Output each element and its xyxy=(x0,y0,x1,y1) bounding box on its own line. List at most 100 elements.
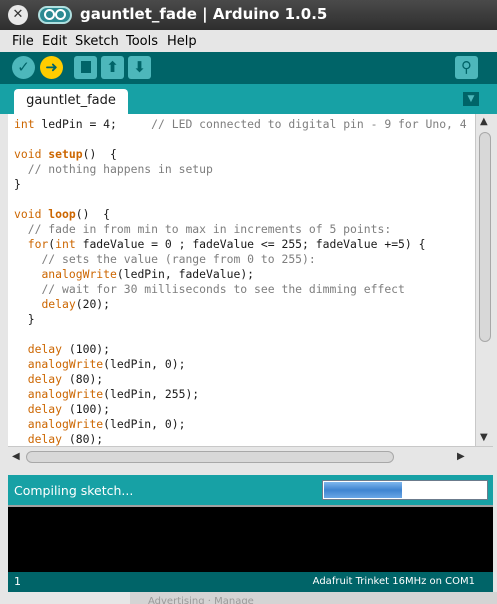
menu-tools[interactable]: Tools xyxy=(126,34,158,49)
code-text-segment xyxy=(14,237,28,251)
scroll-left-icon[interactable]: ◀ xyxy=(12,451,20,462)
code-text-segment: fadeValue = 0 ; fadeValue <= 255; fadeVa… xyxy=(75,237,426,251)
horizontal-scrollbar[interactable]: ◀ ▶ xyxy=(8,446,493,466)
board-info: Adafruit Trinket 16MHz on COM1 xyxy=(312,576,475,587)
code-line[interactable]: void loop() { xyxy=(14,207,475,222)
vertical-scrollbar[interactable]: ▲ ▼ xyxy=(475,114,493,446)
status-bar: Compiling sketch... xyxy=(8,475,493,505)
verify-button[interactable]: ✓ xyxy=(12,56,35,79)
save-button[interactable]: ⬇ xyxy=(128,56,151,79)
code-text-segment xyxy=(14,222,28,236)
code-text-segment: (80); xyxy=(62,432,104,446)
code-line[interactable]: } xyxy=(14,312,475,327)
code-line[interactable]: int ledPin = 4; // LED connected to digi… xyxy=(14,117,475,132)
code-comment: // sets the value (range from 0 to 255): xyxy=(41,252,316,266)
horizontal-scroll-thumb[interactable] xyxy=(26,451,394,463)
code-line[interactable]: delay (100); xyxy=(14,402,475,417)
code-line[interactable]: analogWrite(ledPin, 0); xyxy=(14,357,475,372)
menu-sketch[interactable]: Sketch xyxy=(75,34,119,49)
tab-gauntlet-fade[interactable]: gauntlet_fade xyxy=(14,89,128,114)
code-text-segment xyxy=(14,342,28,356)
code-keyword: analogWrite xyxy=(27,387,104,401)
code-line[interactable]: } xyxy=(14,177,475,192)
vertical-scroll-thumb[interactable] xyxy=(479,132,491,342)
open-button[interactable]: ⬆ xyxy=(101,56,124,79)
code-text-segment xyxy=(14,432,28,446)
scroll-down-icon[interactable]: ▼ xyxy=(480,432,488,443)
code-text-segment xyxy=(14,282,41,296)
code-text-segment xyxy=(14,252,41,266)
console-output[interactable] xyxy=(8,505,493,572)
arduino-logo-icon xyxy=(38,6,72,24)
tab-menu-button[interactable]: ▼ xyxy=(463,92,479,106)
code-keyword: analogWrite xyxy=(41,267,117,281)
code-line[interactable] xyxy=(14,132,475,147)
code-comment: // fade in from min to max in increments… xyxy=(27,222,392,236)
code-keyword: loop xyxy=(48,207,76,221)
code-text-segment xyxy=(14,162,28,176)
code-line[interactable]: // sets the value (range from 0 to 255): xyxy=(14,252,475,267)
code-line[interactable]: for(int fadeValue = 0 ; fadeValue <= 255… xyxy=(14,237,475,252)
code-line[interactable] xyxy=(14,327,475,342)
close-icon[interactable]: ✕ xyxy=(8,5,28,25)
code-line[interactable]: analogWrite(ledPin, fadeValue); xyxy=(14,267,475,282)
code-keyword: setup xyxy=(48,147,83,161)
scroll-right-icon[interactable]: ▶ xyxy=(457,451,465,462)
chevron-down-icon: ▼ xyxy=(467,94,475,104)
compile-progress-bar xyxy=(322,480,488,500)
code-text-segment: } xyxy=(14,312,35,326)
code-line[interactable]: analogWrite(ledPin, 0); xyxy=(14,417,475,432)
new-button[interactable] xyxy=(74,56,97,79)
code-keyword: delay xyxy=(27,432,63,446)
code-text[interactable]: int ledPin = 4; // LED connected to digi… xyxy=(8,114,475,446)
code-keyword: analogWrite xyxy=(27,357,104,371)
menu-help[interactable]: Help xyxy=(167,34,197,49)
code-text-segment xyxy=(14,387,28,401)
code-text-segment: (ledPin, 0); xyxy=(103,417,186,431)
tab-bar: gauntlet_fade ▼ xyxy=(0,84,497,114)
code-keyword: delay xyxy=(41,297,76,311)
menu-bar: File Edit Sketch Tools Help xyxy=(0,30,497,52)
code-text-segment: (ledPin, 0); xyxy=(103,357,186,371)
arduino-window: ✕ gauntlet_fade | Arduino 1.0.5 File Edi… xyxy=(0,0,497,604)
title-bar: ✕ gauntlet_fade | Arduino 1.0.5 xyxy=(0,0,497,30)
code-line[interactable]: // wait for 30 milliseconds to see the d… xyxy=(14,282,475,297)
code-line[interactable]: void setup() { xyxy=(14,147,475,162)
code-keyword: analogWrite xyxy=(27,417,104,431)
menu-edit[interactable]: Edit xyxy=(42,34,67,49)
checkmark-icon: ✓ xyxy=(17,58,30,76)
code-line[interactable]: // fade in from min to max in increments… xyxy=(14,222,475,237)
code-line[interactable] xyxy=(14,192,475,207)
code-line[interactable]: delay (100); xyxy=(14,342,475,357)
code-text-segment xyxy=(14,297,41,311)
serial-monitor-button[interactable]: ⚲ xyxy=(455,56,478,79)
code-comment: // nothing happens in setup xyxy=(27,162,213,176)
menu-file[interactable]: File xyxy=(12,34,34,49)
code-keyword: for xyxy=(27,237,49,251)
up-arrow-icon: ⬆ xyxy=(106,58,119,76)
code-line[interactable]: delay (80); xyxy=(14,372,475,387)
footer-bar: 1 Adafruit Trinket 16MHz on COM1 xyxy=(8,572,493,592)
code-line[interactable]: analogWrite(ledPin, 255); xyxy=(14,387,475,402)
code-keyword: delay xyxy=(27,342,63,356)
code-text-segment: (80); xyxy=(62,372,104,386)
code-text-segment: (20); xyxy=(75,297,111,311)
window-title: gauntlet_fade | Arduino 1.0.5 xyxy=(80,5,328,23)
code-text-segment xyxy=(14,357,28,371)
code-text-segment xyxy=(14,267,41,281)
scroll-up-icon[interactable]: ▲ xyxy=(480,116,488,127)
code-text-segment xyxy=(14,372,28,386)
code-text-segment: () { xyxy=(82,147,117,161)
upload-button[interactable]: ➜ xyxy=(40,56,63,79)
code-keyword: void xyxy=(14,147,42,161)
code-text-segment: (ledPin, fadeValue); xyxy=(116,267,255,281)
code-line[interactable]: delay (80); xyxy=(14,432,475,446)
code-keyword: delay xyxy=(27,372,63,386)
code-editor[interactable]: int ledPin = 4; // LED connected to digi… xyxy=(8,114,475,446)
code-keyword: delay xyxy=(27,402,63,416)
code-keyword: void xyxy=(14,207,42,221)
down-arrow-icon: ⬇ xyxy=(133,58,146,76)
code-text-segment xyxy=(14,402,28,416)
code-line[interactable]: delay(20); xyxy=(14,297,475,312)
code-line[interactable]: // nothing happens in setup xyxy=(14,162,475,177)
